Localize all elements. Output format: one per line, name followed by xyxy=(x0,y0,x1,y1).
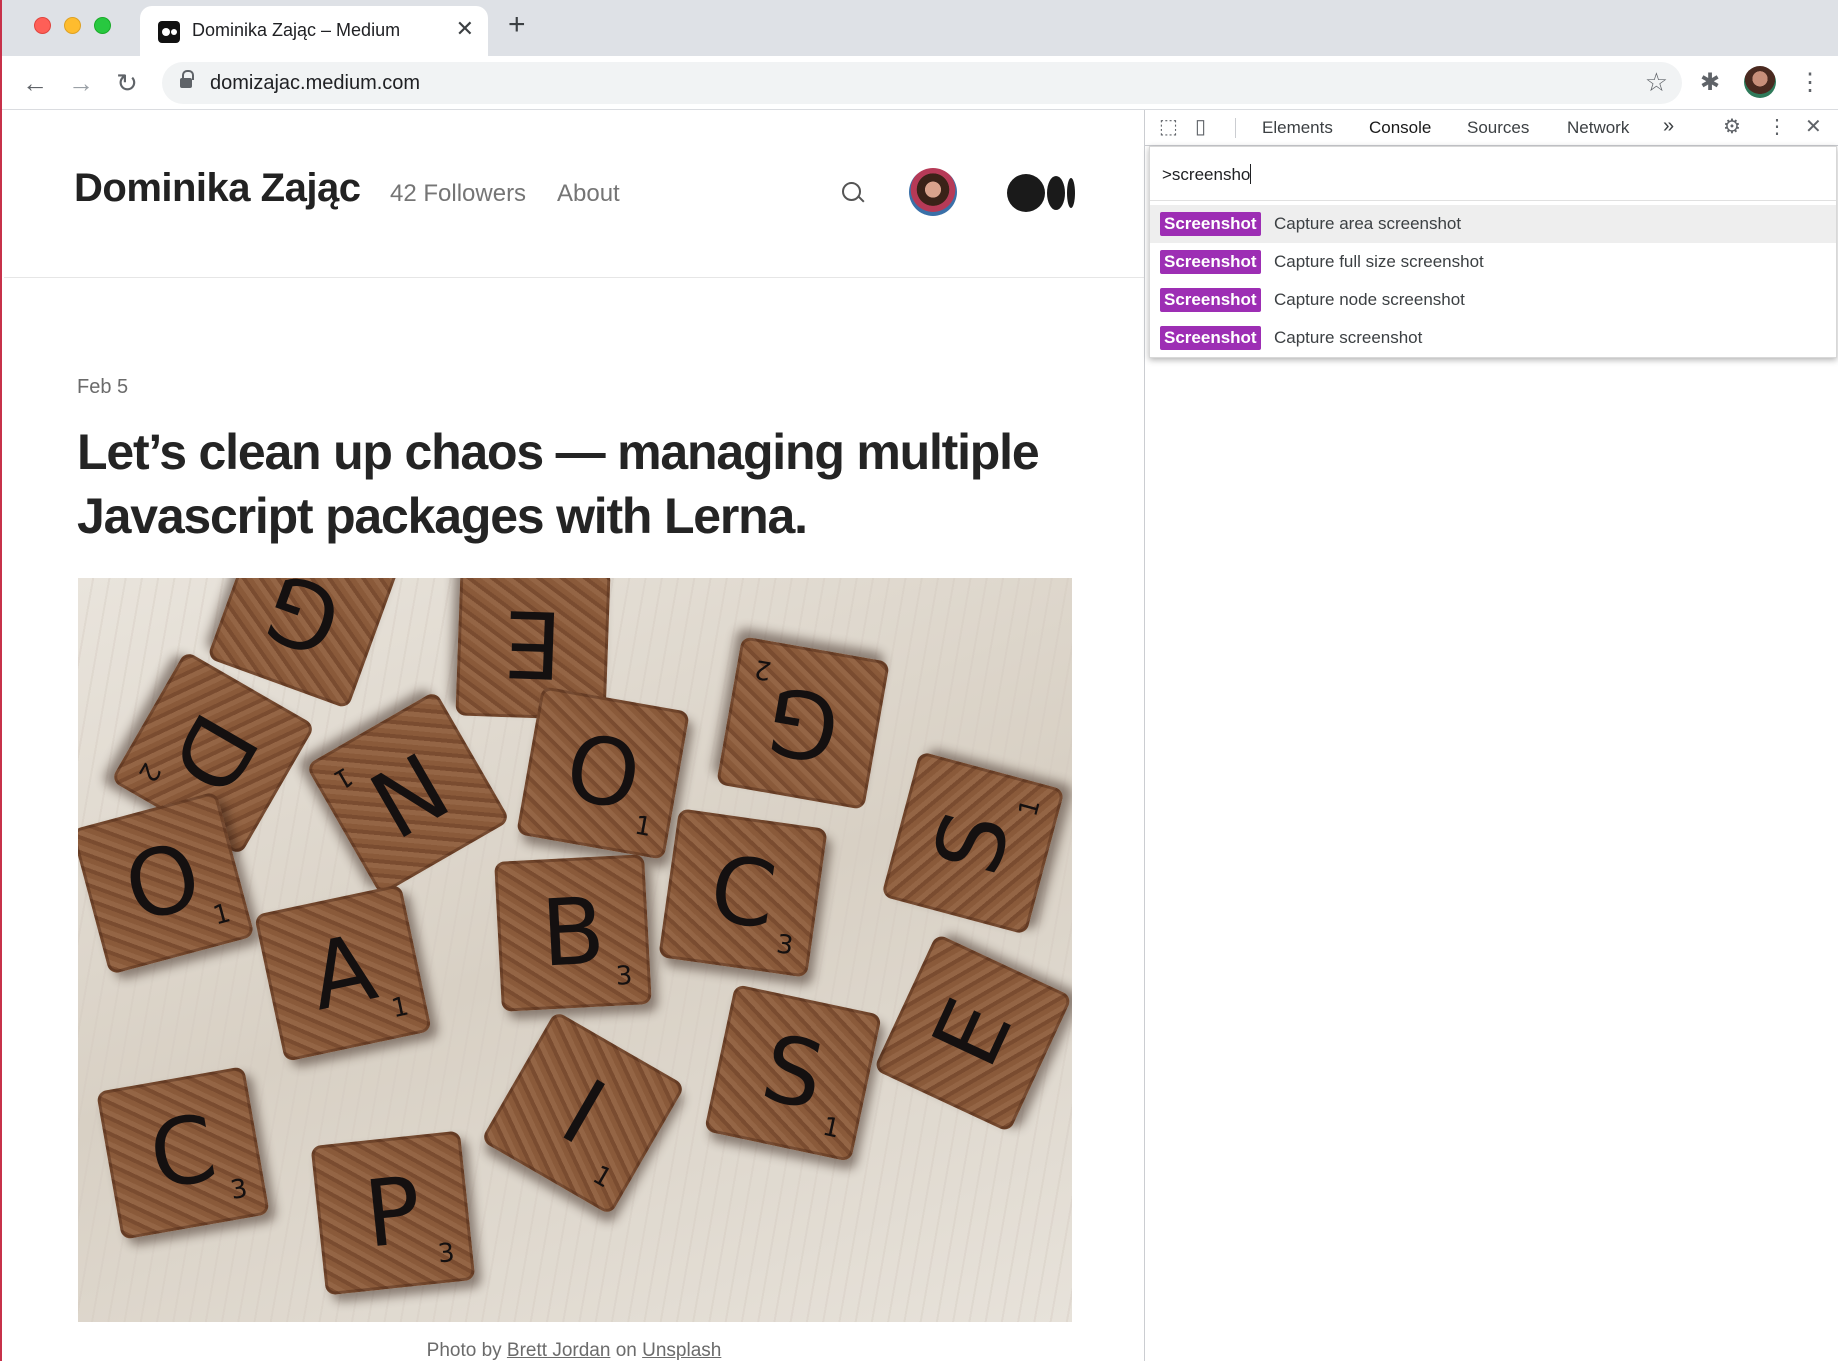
category-badge: Screenshot xyxy=(1160,288,1261,312)
post-date: Feb 5 xyxy=(77,376,129,398)
tab-strip: Dominika Zając – Medium ✕ + xyxy=(2,0,1838,56)
address-bar[interactable]: domizajac.medium.com ☆ xyxy=(162,62,1682,104)
category-badge: Screenshot xyxy=(1160,250,1261,274)
photo-tile: A1 xyxy=(254,884,432,1062)
command-item[interactable]: Screenshot Capture node screenshot xyxy=(1150,281,1836,319)
command-input[interactable]: >screensho xyxy=(1150,147,1836,201)
photo-tile: B3 xyxy=(494,854,652,1012)
lock-icon[interactable] xyxy=(180,70,194,89)
devtools-panel: ⬚ ▯ Elements Console Sources Network » ⚙… xyxy=(1144,110,1838,1361)
photo-tile: S1 xyxy=(881,751,1065,935)
followers-link[interactable]: 42 Followers xyxy=(390,180,526,208)
command-label: Capture full size screenshot xyxy=(1274,252,1484,271)
more-tabs-icon[interactable]: » xyxy=(1663,115,1674,138)
category-badge: Screenshot xyxy=(1160,212,1261,236)
new-tab-button[interactable]: + xyxy=(508,10,526,40)
tab-sources[interactable]: Sources xyxy=(1467,118,1529,138)
browser-menu-icon[interactable]: ⋮ xyxy=(1798,68,1822,97)
site-header: Dominika Zając 42 Followers About xyxy=(4,110,1144,278)
settings-gear-icon[interactable]: ⚙ xyxy=(1723,117,1741,137)
command-label: Capture node screenshot xyxy=(1274,290,1465,309)
browser-tab[interactable]: Dominika Zając – Medium ✕ xyxy=(140,6,488,56)
command-label: Capture area screenshot xyxy=(1274,214,1462,233)
bookmark-star-icon[interactable]: ☆ xyxy=(1645,67,1668,98)
text-caret xyxy=(1250,164,1252,184)
photo-tile: C3 xyxy=(658,808,828,978)
command-menu: >screensho Screenshot Capture area scree… xyxy=(1149,146,1837,358)
close-window-button[interactable] xyxy=(34,17,51,34)
back-icon[interactable]: ← xyxy=(18,66,52,100)
caption-middle: on xyxy=(610,1340,643,1361)
caption-author-link[interactable]: Brett Jordan xyxy=(507,1340,611,1361)
devtools-menu-icon[interactable]: ⋮ xyxy=(1767,117,1787,137)
device-toolbar-icon[interactable]: ▯ xyxy=(1195,117,1206,137)
author-brand[interactable]: Dominika Zając xyxy=(74,166,361,211)
scrabble-tiles-photo: G E D2 N1 O1 G2 O1 C3 S1 A1 B3 E C3 P3 I… xyxy=(78,578,1072,1322)
post-headline: Let’s clean up chaos — managing multiple… xyxy=(77,424,1040,544)
photo-tile: C3 xyxy=(96,1066,270,1240)
medium-page: Dominika Zając 42 Followers About Feb 5 … xyxy=(4,110,1144,1361)
command-input-text[interactable]: >screensho xyxy=(1162,165,1250,184)
category-badge: Screenshot xyxy=(1160,326,1261,350)
photo-tile: E xyxy=(873,933,1072,1133)
minimize-window-button[interactable] xyxy=(64,17,81,34)
photo-tile: I1 xyxy=(480,1010,686,1216)
photo-tile: N1 xyxy=(305,690,511,896)
browser-toolbar: ← → ↻ domizajac.medium.com ☆ ✱ ⋮ xyxy=(2,56,1838,110)
tab-console[interactable]: Console xyxy=(1369,118,1431,138)
toolbar-divider xyxy=(1235,118,1236,138)
caption-prefix: Photo by xyxy=(426,1340,507,1361)
about-link[interactable]: About xyxy=(557,180,620,208)
forward-icon[interactable]: → xyxy=(64,66,98,100)
photo-tile: O1 xyxy=(516,686,690,860)
command-item[interactable]: Screenshot Capture area screenshot xyxy=(1150,205,1836,243)
caption-source-link[interactable]: Unsplash xyxy=(642,1340,721,1361)
tab-close-icon[interactable]: ✕ xyxy=(456,16,474,42)
user-avatar[interactable] xyxy=(909,168,957,216)
tab-elements[interactable]: Elements xyxy=(1262,118,1333,138)
photo-tile: G2 xyxy=(716,636,890,810)
devtools-close-icon[interactable]: ✕ xyxy=(1805,117,1822,137)
profile-avatar[interactable] xyxy=(1744,66,1776,98)
medium-logo-icon[interactable] xyxy=(1007,174,1077,214)
command-label: Capture screenshot xyxy=(1274,328,1423,347)
medium-favicon-icon xyxy=(158,21,180,43)
search-icon[interactable] xyxy=(840,180,866,206)
devtools-toolbar: ⬚ ▯ Elements Console Sources Network » ⚙… xyxy=(1145,110,1838,146)
url-text[interactable]: domizajac.medium.com xyxy=(210,72,420,95)
command-item[interactable]: Screenshot Capture screenshot xyxy=(1150,319,1836,357)
extensions-icon[interactable]: ✱ xyxy=(1700,68,1720,97)
photo-caption: Photo by Brett Jordan on Unsplash xyxy=(4,1340,1144,1361)
command-item[interactable]: Screenshot Capture full size screenshot xyxy=(1150,243,1836,281)
photo-tile: S1 xyxy=(704,984,882,1162)
photo-tile: P3 xyxy=(310,1130,476,1296)
maximize-window-button[interactable] xyxy=(94,17,111,34)
tab-title: Dominika Zając – Medium xyxy=(192,20,401,40)
inspect-element-icon[interactable]: ⬚ xyxy=(1159,117,1178,137)
tab-network[interactable]: Network xyxy=(1567,118,1629,138)
browser-window: Dominika Zając – Medium ✕ + ← → ↻ domiza… xyxy=(0,0,1838,1361)
reload-icon[interactable]: ↻ xyxy=(110,66,144,100)
